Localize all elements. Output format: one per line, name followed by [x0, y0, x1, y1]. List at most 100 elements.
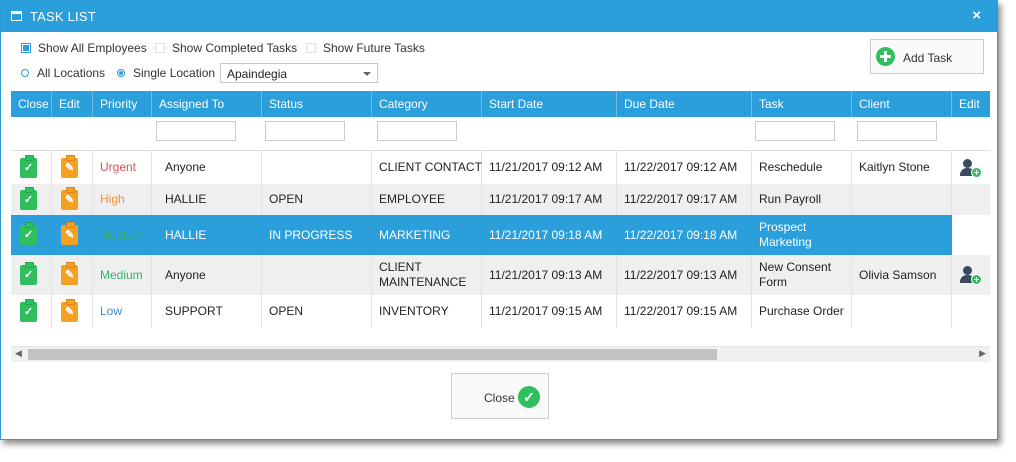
edit-task-cell[interactable]: ✎ [52, 184, 93, 215]
window-title: TASK LIST [30, 9, 96, 24]
task-cell: Prospect Marketing [752, 215, 852, 255]
column-header-client-edit[interactable]: Edit [952, 91, 990, 117]
status-cell [262, 255, 372, 295]
assigned-cell: Anyone [152, 151, 262, 184]
close-task-icon[interactable]: ✓ [20, 222, 37, 245]
column-header-category[interactable]: Category [372, 91, 482, 117]
column-header-edit[interactable]: Edit [52, 91, 93, 117]
all-locations-label: All Locations [37, 66, 106, 80]
table-row[interactable]: ✓ ✎ Low SUPPORT OPEN INVENTORY 11/21/201… [11, 295, 990, 328]
scrollbar-thumb[interactable] [28, 349, 717, 360]
show-all-employees-checkbox[interactable]: Show All Employees [21, 41, 147, 55]
priority-cell: Medium [93, 255, 152, 295]
add-user-icon[interactable] [959, 157, 983, 179]
single-location-radio[interactable]: Single Location [117, 66, 215, 80]
scroll-left-icon[interactable]: ◀ [15, 348, 22, 359]
edit-task-cell[interactable]: ✎ [52, 215, 93, 255]
status-cell: IN PROGRESS [262, 215, 372, 255]
client-edit-cell [952, 184, 990, 215]
task-list-window: TASK LIST × Show All Employees Show Comp… [0, 0, 998, 440]
close-task-icon[interactable]: ✓ [20, 262, 37, 285]
scroll-right-icon[interactable]: ▶ [979, 348, 986, 359]
client-cell [852, 295, 952, 328]
table-row[interactable]: ✓ ✎ Urgent Anyone CLIENT CONTACT 11/21/2… [11, 151, 990, 184]
close-task-cell[interactable]: ✓ [11, 184, 52, 215]
category-cell: INVENTORY [372, 295, 482, 328]
client-edit-cell[interactable] [952, 151, 990, 184]
location-select-value: Apaindegia [227, 67, 288, 81]
edit-task-icon[interactable]: ✎ [61, 222, 78, 245]
priority-cell: Urgent [93, 151, 152, 184]
category-cell: CLIENT CONTACT [372, 151, 482, 184]
priority-text: High [100, 192, 125, 206]
show-completed-tasks-checkbox[interactable]: Show Completed Tasks [155, 41, 297, 55]
task-cell: Purchase Order [752, 295, 852, 328]
close-task-cell[interactable]: ✓ [11, 151, 52, 184]
column-header-assigned-to[interactable]: Assigned To [152, 91, 262, 117]
client-edit-cell [952, 215, 990, 255]
close-button[interactable]: Close ✓ [451, 373, 549, 419]
client-cell [852, 215, 952, 255]
close-task-cell[interactable]: ✓ [11, 295, 52, 328]
edit-task-icon[interactable]: ✎ [61, 262, 78, 285]
close-task-icon[interactable]: ✓ [20, 298, 37, 322]
close-task-icon[interactable]: ✓ [20, 186, 37, 210]
status-cell: OPEN [262, 184, 372, 215]
title-bar: TASK LIST × [1, 1, 997, 32]
status-cell [262, 151, 372, 184]
client-edit-cell[interactable] [952, 255, 990, 295]
close-task-icon[interactable]: ✓ [20, 154, 37, 178]
edit-task-cell[interactable]: ✎ [52, 151, 93, 184]
all-locations-radio[interactable]: All Locations [21, 66, 105, 80]
column-header-status[interactable]: Status [262, 91, 372, 117]
radio-icon[interactable] [21, 69, 29, 77]
client-filter-input[interactable] [857, 121, 937, 141]
due-date-cell: 11/22/2017 09:12 AM [617, 151, 752, 184]
column-header-due-date[interactable]: Due Date [617, 91, 752, 117]
horizontal-scrollbar[interactable]: ◀ ▶ [11, 346, 990, 362]
column-header-start-date[interactable]: Start Date [482, 91, 617, 117]
edit-task-icon[interactable]: ✎ [61, 154, 78, 178]
filter-row [11, 117, 990, 151]
edit-task-icon[interactable]: ✎ [61, 186, 78, 210]
task-cell: New Consent Form [752, 255, 852, 295]
check-circle-icon: ✓ [518, 386, 540, 408]
task-grid: Close Edit Priority Assigned To Status C… [11, 91, 990, 363]
due-date-cell: 11/22/2017 09:13 AM [617, 255, 752, 295]
table-row-selected[interactable]: ✓ ✎ Medium HALLIE IN PROGRESS MARKETING … [11, 215, 990, 255]
task-filter-input[interactable] [755, 121, 835, 141]
table-row[interactable]: ✓ ✎ High HALLIE OPEN EMPLOYEE 11/21/2017… [11, 184, 990, 215]
close-task-cell[interactable]: ✓ [11, 255, 52, 295]
task-cell: Run Payroll [752, 184, 852, 215]
table-row[interactable]: ✓ ✎ Medium Anyone CLIENT MAINTENANCE 11/… [11, 255, 990, 295]
show-future-tasks-label: Show Future Tasks [323, 41, 425, 55]
column-header-task[interactable]: Task [752, 91, 852, 117]
edit-task-cell[interactable]: ✎ [52, 295, 93, 328]
priority-cell: Low [93, 295, 152, 328]
assigned-to-filter-input[interactable] [156, 121, 236, 141]
start-date-cell: 11/21/2017 09:12 AM [482, 151, 617, 184]
priority-text: Low [100, 304, 123, 318]
start-date-cell: 11/21/2017 09:18 AM [482, 215, 617, 255]
status-filter-input[interactable] [265, 121, 345, 141]
checkbox-icon[interactable] [306, 43, 316, 53]
add-task-button[interactable]: Add Task [870, 39, 984, 74]
column-header-client[interactable]: Client [852, 91, 952, 117]
close-task-cell[interactable]: ✓ [11, 215, 52, 255]
radio-icon[interactable] [117, 69, 125, 77]
edit-task-icon[interactable]: ✎ [61, 298, 78, 322]
checkbox-icon[interactable] [155, 43, 165, 53]
category-filter-input[interactable] [377, 121, 457, 141]
client-cell: Kaitlyn Stone [852, 151, 952, 184]
column-header-close[interactable]: Close [11, 91, 52, 117]
show-future-tasks-checkbox[interactable]: Show Future Tasks [306, 41, 425, 55]
checkbox-icon[interactable] [21, 43, 31, 53]
close-icon[interactable]: × [972, 7, 981, 24]
location-select[interactable]: Apaindegia [220, 63, 378, 83]
column-header-priority[interactable]: Priority [93, 91, 152, 117]
client-cell: Olivia Samson [852, 255, 952, 295]
chevron-down-icon[interactable] [363, 72, 371, 76]
add-user-icon[interactable] [959, 264, 983, 286]
due-date-cell: 11/22/2017 09:18 AM [617, 215, 752, 255]
edit-task-cell[interactable]: ✎ [52, 255, 93, 295]
